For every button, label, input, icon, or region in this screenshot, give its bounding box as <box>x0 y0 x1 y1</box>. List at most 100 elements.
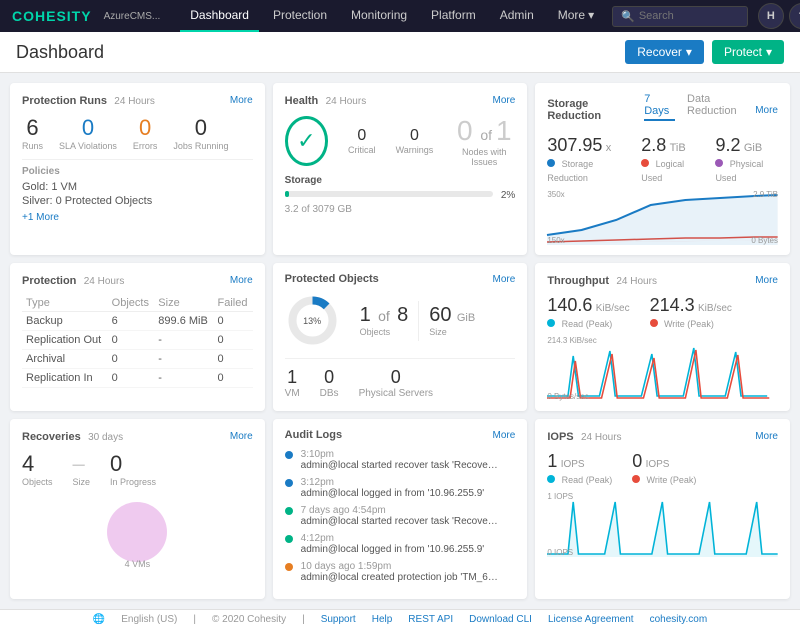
protection-runs-card: Protection Runs 24 Hours More 6 Runs 0 S… <box>10 83 265 255</box>
audit-message: admin@local logged in from '10.96.255.9' <box>301 488 485 499</box>
ratio-unit: x <box>606 142 612 154</box>
footer: 🌐 English (US) | © 2020 Cohesity | Suppo… <box>0 609 800 629</box>
card-subtitle: 24 Hours <box>581 432 622 443</box>
nav-admin[interactable]: Admin <box>490 0 544 32</box>
footer-cohesity-link[interactable]: cohesity.com <box>650 614 708 625</box>
iops-read-value: 1 <box>547 451 557 471</box>
more-link[interactable]: More <box>755 275 778 286</box>
iops-chart: 1 IOPS 0 IOPS <box>547 492 778 557</box>
rec-objects-value: 4 <box>22 451 53 477</box>
search-input[interactable] <box>639 10 739 22</box>
card-subtitle: 24 Hours <box>114 96 155 107</box>
nav-more[interactable]: More ▾ <box>548 0 604 32</box>
iops-card: IOPS 24 Hours More 1 IOPS Read (Peak) 0 … <box>535 419 790 599</box>
more-link[interactable]: More <box>755 105 778 116</box>
card-header: Audit Logs More <box>285 429 516 441</box>
iops-write-dot <box>632 475 640 483</box>
col-size: Size <box>154 295 213 312</box>
audit-message: admin@local started recover task 'Recove… <box>301 516 501 527</box>
iops-write-metric: 0 IOPS Write (Peak) <box>632 451 696 486</box>
footer-help-link[interactable]: Help <box>372 614 393 625</box>
po-vm-label: VM <box>285 388 300 399</box>
read-value: 140.6 <box>547 295 592 315</box>
po-bottom: 1 VM 0 DBs 0 Physical Servers <box>285 358 516 399</box>
rec-in-progress-value: 0 <box>110 451 156 477</box>
logical-metric: 2.8 TiB Logical Used <box>641 135 699 184</box>
audit-time: 3:10pm <box>301 449 501 460</box>
search-icon: 🔍 <box>621 10 635 23</box>
card-title: Audit Logs <box>285 429 342 441</box>
footer-divider: | <box>302 614 305 625</box>
po-dbs: 0 DBs <box>320 367 339 399</box>
page-title: Dashboard <box>16 42 104 63</box>
protected-objects-card: Protected Objects More 13% 1 of <box>273 263 528 411</box>
po-size-stat: 60 GiB Size <box>429 304 475 337</box>
footer-license-link[interactable]: License Agreement <box>548 614 634 625</box>
more-link[interactable]: More <box>493 430 516 441</box>
ratio-metric: 307.95 x Storage Reduction <box>547 135 625 184</box>
jobs-value: 0 <box>173 115 228 141</box>
header-actions: Recover ▾ Protect ▾ <box>625 40 784 64</box>
po-total-value: 8 <box>397 304 408 326</box>
nav-platform[interactable]: Platform <box>421 0 486 32</box>
recover-button[interactable]: Recover ▾ <box>625 40 704 64</box>
ratio-dot <box>547 159 555 167</box>
help-icon-btn[interactable]: ? <box>789 3 800 29</box>
more-link[interactable]: More <box>755 431 778 442</box>
policy-silver: Silver: 0 Protected Objects <box>22 195 253 207</box>
footer-download-cli-link[interactable]: Download CLI <box>469 614 532 625</box>
errors-value: 0 <box>133 115 158 141</box>
pie-label: 4 VMs <box>125 559 151 569</box>
azure-tag: AzureCMS... <box>104 11 161 22</box>
table-row: Replication Out 0 - 0 <box>22 331 253 350</box>
search-box[interactable]: 🔍 <box>612 6 748 27</box>
po-physical-value: 0 <box>359 367 433 388</box>
card-header: Protection Runs 24 Hours More <box>22 93 253 107</box>
tab-7days[interactable]: 7 Days <box>644 93 675 121</box>
nav-monitoring[interactable]: Monitoring <box>341 0 417 32</box>
health-stats: 0 Critical 0 Warnings <box>348 127 433 155</box>
footer-rest-api-link[interactable]: REST API <box>408 614 453 625</box>
physical-dot <box>715 159 723 167</box>
storage-section: Storage 2% 3.2 of 3079 GB <box>285 175 516 215</box>
more-link[interactable]: More <box>493 95 516 106</box>
user-icon-btn[interactable]: H <box>758 3 784 29</box>
more-link[interactable]: More <box>493 274 516 285</box>
errors-label: Errors <box>133 141 158 151</box>
page-header: Dashboard Recover ▾ Protect ▾ <box>0 32 800 73</box>
physical-metric: 9.2 GiB Physical Used <box>715 135 778 184</box>
chart-y-bottom: 150x <box>547 236 564 245</box>
nav-dashboard[interactable]: Dashboard <box>180 0 259 32</box>
card-header: Protection 24 Hours More <box>22 273 253 287</box>
ratio-value: 307.95 <box>547 135 602 155</box>
iops-write-value: 0 <box>632 451 642 471</box>
footer-support-link[interactable]: Support <box>321 614 356 625</box>
more-link[interactable]: More <box>230 431 253 442</box>
card-title: Protection <box>22 275 76 287</box>
rec-in-progress: 0 In Progress <box>110 451 156 487</box>
health-circle: ✓ <box>285 116 328 166</box>
iops-write-peak: Write (Peak) <box>647 475 697 485</box>
po-stats: 1 of 8 Objects 60 GiB Size <box>360 301 476 341</box>
app-logo: COHESITY <box>12 8 92 24</box>
nav-protection[interactable]: Protection <box>263 0 337 32</box>
more-link[interactable]: More <box>230 275 253 286</box>
audit-dot <box>285 535 293 543</box>
audit-time: 4:12pm <box>301 533 485 544</box>
storage-title: Storage <box>285 175 516 186</box>
po-size-value: 60 <box>429 304 451 326</box>
warnings-label: Warnings <box>396 145 434 155</box>
list-item: 7 days ago 4:54pm admin@local started re… <box>285 505 516 527</box>
policies-more-link[interactable]: +1 More <box>22 212 59 223</box>
card-header: Recoveries 30 days More <box>22 429 253 443</box>
sla-label: SLA Violations <box>59 141 117 151</box>
card-header: Throughput 24 Hours More <box>547 273 778 287</box>
protect-button[interactable]: Protect ▾ <box>712 40 784 64</box>
storage-tabs: 7 Days Data Reduction <box>644 93 755 121</box>
audit-message: admin@local logged in from '10.96.255.9' <box>301 544 485 555</box>
footer-copyright: © 2020 Cohesity <box>212 614 286 625</box>
tab-data-reduction[interactable]: Data Reduction <box>687 93 755 121</box>
chart-y-bottom: 0 Bytes/sec <box>547 392 588 401</box>
more-link[interactable]: More <box>230 95 253 106</box>
po-count-stat: 1 of 8 Objects <box>360 304 409 337</box>
